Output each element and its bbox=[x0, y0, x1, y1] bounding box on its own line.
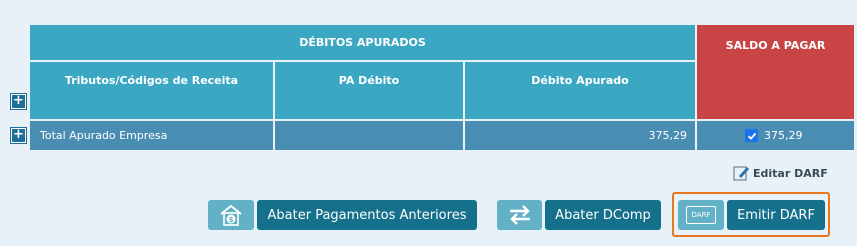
abater-pagamentos-icon-button[interactable]: $ bbox=[208, 200, 254, 230]
abater-dcomp-button[interactable]: Abater DComp bbox=[545, 200, 661, 230]
col-header-pa-debito: PA Débito bbox=[275, 62, 463, 119]
total-row-debito-cell: 375,29 bbox=[465, 121, 695, 150]
saldo-a-pagar-title: SALDO A PAGAR bbox=[725, 39, 826, 52]
swap-arrows-icon bbox=[509, 205, 530, 225]
editar-darf-label: Editar DARF bbox=[753, 166, 828, 180]
total-row-pa-cell bbox=[275, 121, 463, 150]
expand-icon: + bbox=[13, 127, 24, 142]
total-row-label: Total Apurado Empresa bbox=[40, 129, 168, 142]
check-icon bbox=[747, 132, 756, 140]
debitos-apurados-title: DÉBITOS APURADOS bbox=[299, 36, 426, 49]
svg-text:$: $ bbox=[229, 216, 234, 224]
col-header-pa-debito-label: PA Débito bbox=[338, 74, 400, 87]
expand-total-row-button[interactable]: + bbox=[11, 128, 26, 143]
abater-pagamentos-label: Abater Pagamentos Anteriores bbox=[267, 207, 467, 223]
total-row-saldo-cell: 375,29 bbox=[697, 121, 854, 150]
total-row-debito: 375,29 bbox=[648, 129, 688, 142]
abater-dcomp-icon-button[interactable] bbox=[497, 200, 542, 230]
darf-icon-text: DARF bbox=[691, 211, 711, 219]
abater-dcomp-label: Abater DComp bbox=[555, 207, 651, 223]
debitos-apurados-header: DÉBITOS APURADOS bbox=[30, 25, 695, 60]
abater-pagamentos-button[interactable]: Abater Pagamentos Anteriores bbox=[257, 200, 477, 230]
saldo-a-pagar-header: SALDO A PAGAR bbox=[697, 25, 854, 119]
emitir-darf-icon-button[interactable]: DARF bbox=[678, 200, 724, 230]
editar-darf-link[interactable]: Editar DARF bbox=[733, 164, 828, 182]
darf-document-icon: DARF bbox=[686, 206, 716, 224]
house-dollar-icon: $ bbox=[220, 204, 242, 226]
edit-pencil-icon bbox=[733, 166, 749, 181]
col-header-debito-apurado: Débito Apurado bbox=[465, 62, 695, 119]
col-header-tributos: Tributos/Códigos de Receita bbox=[30, 62, 273, 119]
saldo-checkbox[interactable] bbox=[745, 129, 758, 142]
emitir-darf-label: Emitir DARF bbox=[737, 207, 815, 223]
emitir-darf-button[interactable]: Emitir DARF bbox=[727, 200, 825, 230]
col-header-tributos-label: Tributos/Códigos de Receita bbox=[64, 74, 239, 87]
expand-header-button[interactable]: + bbox=[11, 94, 26, 109]
col-header-debito-apurado-label: Débito Apurado bbox=[531, 74, 629, 87]
total-row-label-cell: Total Apurado Empresa bbox=[30, 121, 273, 150]
expand-icon: + bbox=[13, 93, 24, 108]
total-row-saldo: 375,29 bbox=[764, 129, 803, 142]
